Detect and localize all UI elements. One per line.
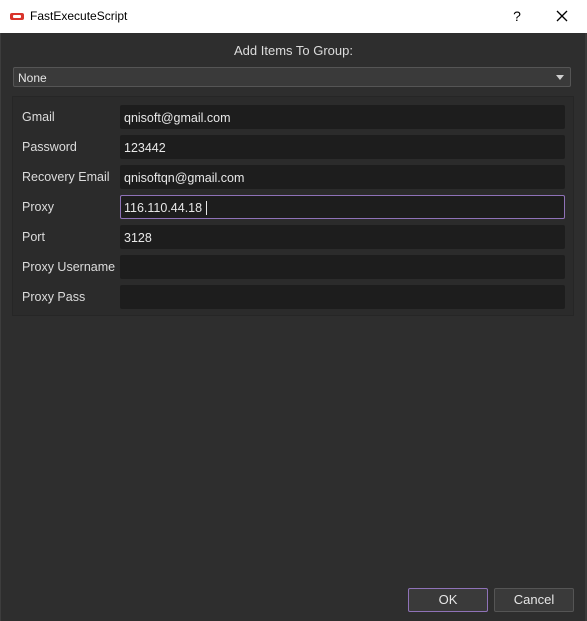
- form-row-recovery-email: Recovery Email qnisoftqn@gmail.com: [13, 165, 575, 189]
- form-row-proxy-pass: Proxy Pass: [13, 285, 575, 309]
- gmail-field[interactable]: qnisoft@gmail.com: [120, 105, 565, 129]
- form-row-password: Password 123442: [13, 135, 575, 159]
- password-field[interactable]: 123442: [120, 135, 565, 159]
- window-title: FastExecuteScript: [30, 9, 128, 23]
- proxy-pass-field[interactable]: [120, 285, 565, 309]
- gmail-field-value: qnisoft@gmail.com: [124, 111, 231, 125]
- cancel-button[interactable]: Cancel: [494, 588, 574, 612]
- form-row-port: Port 3128: [13, 225, 575, 249]
- proxy-username-field[interactable]: [120, 255, 565, 279]
- ok-button[interactable]: OK: [408, 588, 488, 612]
- proxy-pass-label: Proxy Pass: [22, 290, 86, 304]
- title-bar: FastExecuteScript ?: [0, 0, 587, 33]
- port-field-value: 3128: [124, 231, 152, 245]
- close-button[interactable]: [549, 4, 575, 28]
- close-icon: [556, 10, 568, 22]
- proxy-field-value: 116.110.44.18: [124, 201, 208, 215]
- recovery-email-field[interactable]: qnisoftqn@gmail.com: [120, 165, 565, 189]
- password-field-value: 123442: [124, 141, 166, 155]
- group-select[interactable]: None: [13, 67, 571, 87]
- proxy-field-text: 116.110.44.18: [124, 201, 203, 215]
- gmail-label: Gmail: [22, 110, 55, 124]
- proxy-label: Proxy: [22, 200, 54, 214]
- proxy-username-label: Proxy Username: [22, 260, 116, 274]
- group-heading: Add Items To Group:: [234, 43, 353, 58]
- form-row-gmail: Gmail qnisoft@gmail.com: [13, 105, 575, 129]
- recovery-email-field-value: qnisoftqn@gmail.com: [124, 171, 245, 185]
- text-caret: [206, 201, 208, 215]
- proxy-field[interactable]: 116.110.44.18: [120, 195, 565, 219]
- help-button[interactable]: ?: [506, 4, 528, 28]
- account-form: Gmail qnisoft@gmail.com Password 123442 …: [12, 96, 574, 316]
- port-label: Port: [22, 230, 45, 244]
- app-logo-icon: [10, 13, 24, 20]
- form-row-proxy: Proxy 116.110.44.18: [13, 195, 575, 219]
- port-field[interactable]: 3128: [120, 225, 565, 249]
- window-border: [0, 33, 1, 621]
- password-label: Password: [22, 140, 77, 154]
- form-row-proxy-username: Proxy Username: [13, 255, 575, 279]
- chevron-down-icon[interactable]: [556, 75, 564, 80]
- group-select-value: None: [18, 71, 47, 85]
- recovery-email-label: Recovery Email: [22, 170, 110, 184]
